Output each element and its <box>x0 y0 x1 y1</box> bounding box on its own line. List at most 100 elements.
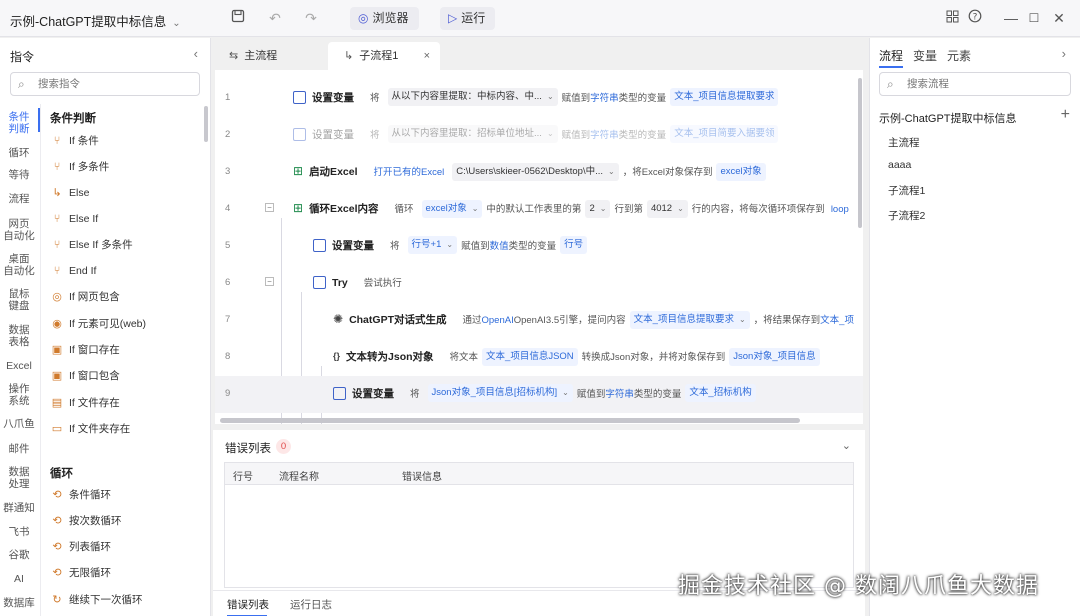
tab-run-log[interactable]: 运行日志 <box>290 597 332 612</box>
command-if-window-exists[interactable]: ▣ If 窗口存在 <box>50 341 120 359</box>
collapse-icon[interactable]: − <box>265 277 274 286</box>
tab-elements[interactable]: 元素 <box>947 47 971 64</box>
command-if[interactable]: ⑂ If 条件 <box>50 132 99 150</box>
flow-step-3[interactable]: 3 ⊞ 启动Excel 打开已有的Excel C:\Users\skieer-0562… <box>215 154 863 191</box>
category-web-automation[interactable]: 网页 自动化 <box>0 218 38 242</box>
category-group-notify[interactable]: 群通知 <box>0 502 38 514</box>
param-excel[interactable]: excel对象 ⌄ <box>421 199 483 218</box>
command-if-element-visible[interactable]: ◉ If 元素可见(web) <box>50 315 146 333</box>
param-path[interactable]: C:\Users\skieer-0562\Desktop\中... ⌄ <box>452 162 619 181</box>
chevron-down-icon[interactable]: ⌄ <box>842 439 851 452</box>
command-if-window-contains[interactable]: ▣ If 窗口包含 <box>50 367 120 385</box>
command-condition-loop[interactable]: ⟲ 条件循环 <box>50 486 111 504</box>
play-icon: ▷ <box>448 11 458 25</box>
category-loop[interactable]: 循环 <box>0 147 38 159</box>
grid-icon[interactable] <box>943 9 961 27</box>
command-list-loop[interactable]: ⟲ 列表循环 <box>50 538 111 556</box>
command-if-folder-exists[interactable]: ▭ If 文件夹存在 <box>50 420 130 438</box>
close-icon[interactable]: ✕ <box>1050 9 1068 27</box>
tab-variables[interactable]: 变量 <box>913 47 937 64</box>
command-end-if[interactable]: ⑂ End If <box>50 262 97 280</box>
flow-item-main[interactable]: 主流程 <box>888 135 920 150</box>
flow-horizontal-scrollbar[interactable] <box>220 418 800 423</box>
error-count-badge: 0 <box>276 439 291 454</box>
category-wait[interactable]: 等待 <box>0 169 38 181</box>
param-content[interactable]: 从以下内容里提取：中标内容、中... ⌄ <box>387 88 558 107</box>
save-icon[interactable] <box>229 9 247 27</box>
variable-chip[interactable]: 文本_项目简要入据要领 <box>670 125 779 144</box>
variable-chip[interactable]: 行号 <box>560 236 588 255</box>
category-condition[interactable]: 条件 判断 <box>0 111 38 135</box>
command-if-file-exists[interactable]: ▤ If 文件存在 <box>50 394 120 412</box>
instructions-scrollbar[interactable] <box>204 106 208 142</box>
flow-tree-root[interactable]: 示例-ChatGPT提取中标信息 <box>879 110 1017 126</box>
flow-step-8[interactable]: 8 {} 文本转为Json对象 将文本 文本_项目信息JSON 转换成Json对象，并将… <box>215 339 863 376</box>
category-desktop-automation[interactable]: 桌面 自动化 <box>0 253 38 277</box>
browser-button[interactable]: ◎ 浏览器 <box>350 7 419 30</box>
command-else-if-multi[interactable]: ⑂ Else If 多条件 <box>50 236 133 254</box>
run-button[interactable]: ▷ 运行 <box>440 7 496 30</box>
chevron-right-icon[interactable]: › <box>1062 46 1066 61</box>
close-tab-icon[interactable]: × <box>424 42 430 70</box>
instruction-search[interactable]: ⌕ <box>10 72 200 96</box>
variable-chip[interactable]: excel对象 <box>716 162 766 181</box>
param-start-row[interactable]: 2 ⌄ <box>585 199 611 218</box>
flow-item-subflow-1[interactable]: 子流程1 <box>888 183 925 198</box>
command-if-web-contains[interactable]: ◎ If 网页包含 <box>50 288 120 306</box>
category-mouse-keyboard[interactable]: 鼠标 键盘 <box>0 288 38 312</box>
help-icon[interactable]: ? <box>966 9 984 27</box>
flow-step-4[interactable]: 4 − ⊞ 循环Excel内容 循环 excel对象 ⌄ 中的默认工作表里的第 2 ⌄ 行到第 4… <box>215 191 863 228</box>
param-value[interactable]: Json对象_项目信息[招标机构] ⌄ <box>427 384 573 403</box>
minimize-icon[interactable]: — <box>1002 9 1020 27</box>
category-excel[interactable]: Excel <box>0 360 38 372</box>
tab-error-list[interactable]: 错误列表 <box>227 597 269 612</box>
flow-item-aaaa[interactable]: aaaa <box>888 159 911 171</box>
param-content[interactable]: 从以下内容里提取：招标单位地址... ⌄ <box>387 125 558 144</box>
maximize-icon[interactable]: ☐ <box>1025 9 1043 27</box>
chevron-left-icon[interactable]: ‹ <box>194 46 198 61</box>
command-else-if[interactable]: ⑂ Else If <box>50 210 99 228</box>
variable-chip[interactable]: 文本_招标机构 <box>685 384 756 403</box>
command-infinite-loop[interactable]: ⟲ 无限循环 <box>50 564 111 582</box>
redo-icon[interactable]: ↷ <box>302 9 320 27</box>
flow-step-1[interactable]: 1 设置变量将从以下内容里提取：中标内容、中... ⌄ 赋值到字符串类型的变量 文本_… <box>215 80 863 117</box>
add-icon[interactable]: + <box>1061 106 1070 124</box>
category-data-processing[interactable]: 数据 处理 <box>0 466 38 490</box>
variable-chip[interactable]: 文本_项目信息JSON <box>482 347 578 366</box>
category-os[interactable]: 操作 系统 <box>0 383 38 407</box>
flow-search[interactable]: ⌕ <box>879 72 1071 96</box>
tab-subflow-1[interactable]: ↳ 子流程1 × <box>328 42 440 70</box>
instruction-search-input[interactable] <box>38 76 178 92</box>
flow-step-2[interactable]: 2 设置变量将从以下内容里提取：招标单位地址... ⌄ 赋值到字符串类型的变量 文本_… <box>215 117 863 154</box>
category-bazhuayu[interactable]: 八爪鱼 <box>0 418 38 430</box>
tab-main-flow[interactable]: ⇆ 主流程 <box>213 42 325 70</box>
flow-step-7[interactable]: 7 ✺ ChatGPT对话式生成 通过OpenAIOpenAI3.5引擎，提问内容文… <box>215 302 863 339</box>
command-count-loop[interactable]: ⟲ 按次数循环 <box>50 512 121 530</box>
app-title-dropdown[interactable]: 示例-ChatGPT提取中标信息 ⌄ <box>10 11 181 30</box>
command-continue-loop[interactable]: ↻ 继续下一次循环 <box>50 591 142 609</box>
category-mail[interactable]: 邮件 <box>0 443 38 455</box>
category-database[interactable]: 数据库 <box>0 597 38 609</box>
tab-flows[interactable]: 流程 <box>879 47 903 64</box>
category-feishu[interactable]: 飞书 <box>0 526 38 538</box>
category-google[interactable]: 谷歌 <box>0 549 38 561</box>
category-flow[interactable]: 流程 <box>0 193 38 205</box>
flow-item-subflow-2[interactable]: 子流程2 <box>888 208 925 223</box>
undo-icon[interactable]: ↶ <box>266 9 284 27</box>
flow-search-input[interactable] <box>907 76 1047 92</box>
json-icon: {} <box>333 351 341 361</box>
collapse-icon[interactable]: − <box>265 203 274 212</box>
flow-step-5[interactable]: 5 设置变量将行号+1 ⌄ 赋值到数值类型的变量 行号 <box>215 228 863 265</box>
param-end-row[interactable]: 4012 ⌄ <box>646 199 688 218</box>
category-ai[interactable]: AI <box>0 573 38 585</box>
flow-step-6[interactable]: 6 − Try 尝试执行 <box>215 265 863 302</box>
variable-chip[interactable]: 文本_项目信息提取要求 <box>670 88 779 107</box>
param-prompt[interactable]: 文本_项目信息提取要求 ⌄ <box>629 310 750 329</box>
command-else[interactable]: ↳ Else <box>50 184 89 202</box>
flow-vertical-scrollbar[interactable] <box>858 78 862 228</box>
command-if-multi[interactable]: ⑂ If 多条件 <box>50 158 110 176</box>
category-data-table[interactable]: 数据 表格 <box>0 324 38 348</box>
param-expression[interactable]: 行号+1 ⌄ <box>407 236 458 255</box>
flow-step-9[interactable]: 9 设置变量将 Json对象_项目信息[招标机构] ⌄ 赋值到字符串类型的变量 文本_招… <box>215 376 863 413</box>
variable-chip[interactable]: Json对象_项目信息 <box>729 347 820 366</box>
